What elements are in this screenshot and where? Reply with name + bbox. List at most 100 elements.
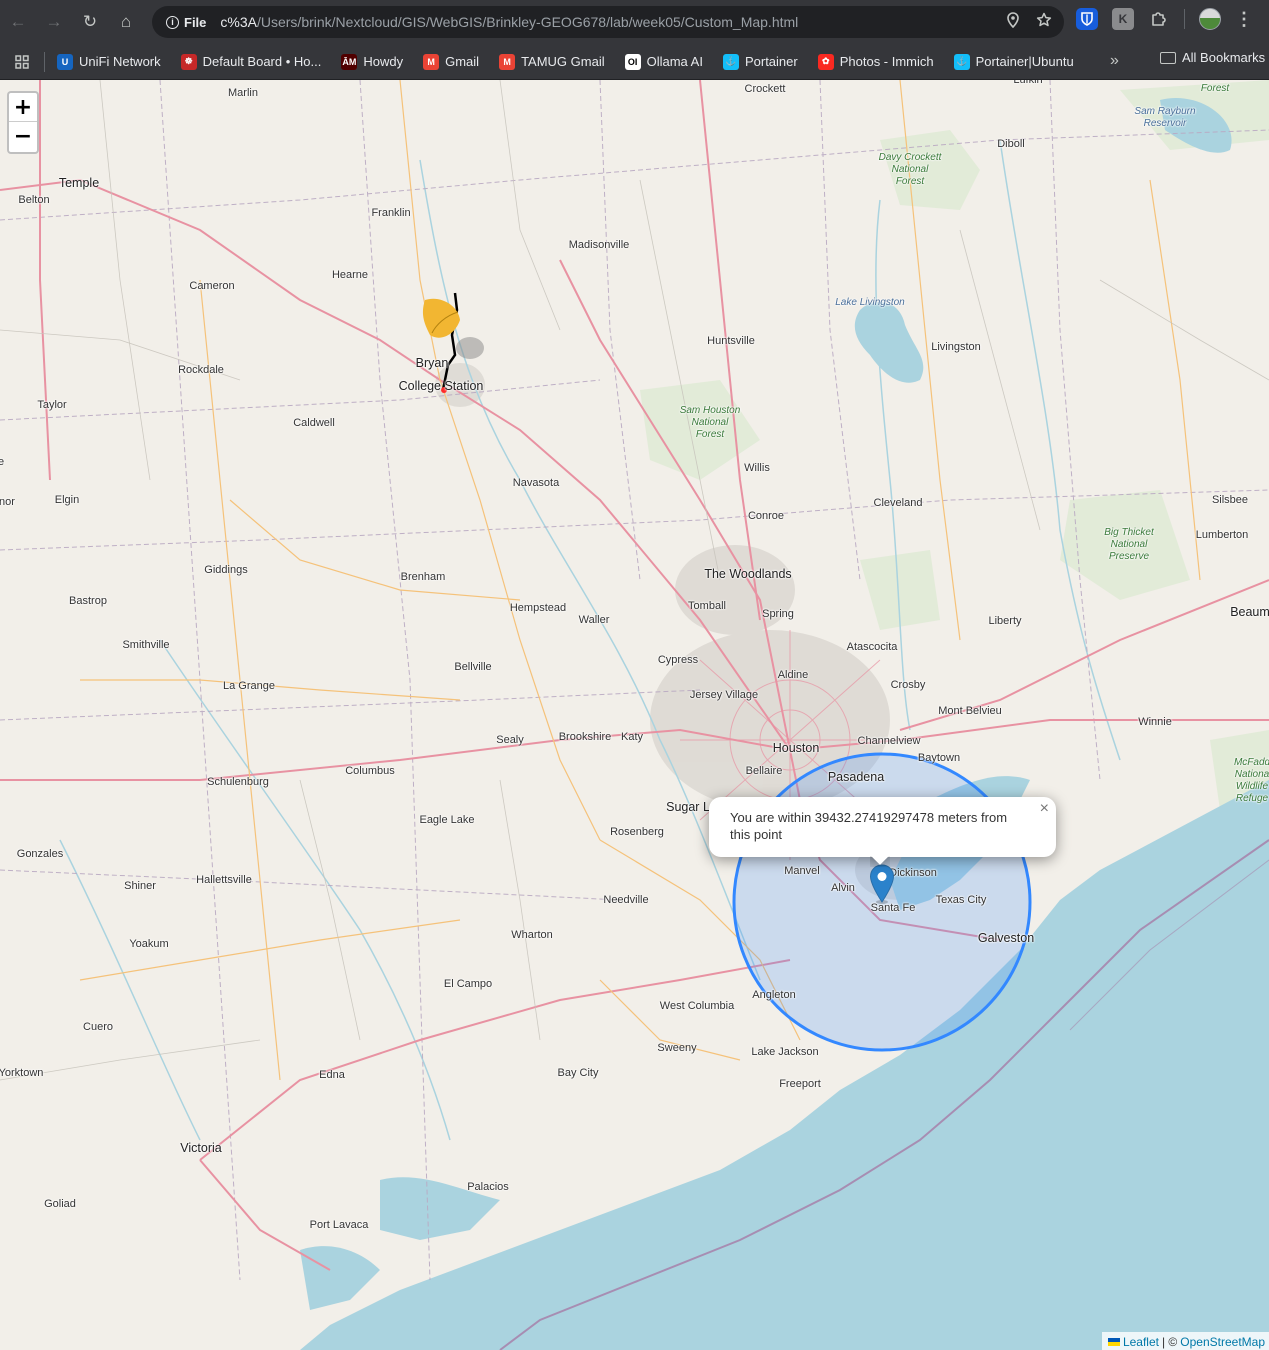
place-label: West Columbia: [659, 1000, 735, 1012]
place-label: Eagle Lake: [419, 814, 475, 826]
place-label: Brookshire: [558, 731, 612, 743]
place-label: Crockett: [744, 83, 786, 95]
popup-close-button[interactable]: ×: [1040, 800, 1049, 817]
location-pin-icon[interactable]: [1006, 12, 1020, 32]
location-marker-icon[interactable]: [869, 864, 895, 909]
place-label: Belton: [18, 194, 50, 206]
place-label: Willis: [744, 462, 770, 474]
bookmark-item[interactable]: ⚓ Portainer|Ubuntu: [948, 48, 1080, 76]
place-label: Freeport: [779, 1078, 821, 1090]
extension-k-icon[interactable]: K: [1112, 8, 1134, 30]
portainer-icon: ⚓: [722, 53, 739, 70]
forward-button[interactable]: →: [36, 4, 72, 40]
place-label: Navasota: [512, 477, 560, 489]
place-label: Caldwell: [293, 417, 335, 429]
reload-button[interactable]: ↻: [72, 4, 108, 40]
place-label: Cypress: [657, 654, 699, 666]
place-label: Elgin: [54, 494, 80, 506]
place-label: El Campo: [443, 978, 493, 990]
map-popup: You are within 39432.27419297478 meters …: [709, 797, 1056, 857]
place-label: Bellaire: [745, 765, 783, 777]
place-label: Sweeny: [657, 1042, 697, 1054]
star-icon[interactable]: [1036, 12, 1052, 32]
bookmark-item[interactable]: ✿ Photos - Immich: [812, 48, 940, 76]
place-label: Gonzales: [16, 848, 64, 860]
openstreetmap-link[interactable]: OpenStreetMap: [1180, 1335, 1265, 1349]
place-label: Texas City: [935, 894, 987, 906]
bitwarden-icon[interactable]: [1076, 8, 1098, 30]
park-label: Big Thicket National Preserve: [1104, 527, 1154, 562]
place-label: Brenham: [400, 571, 446, 583]
portainer-icon: ⚓: [953, 53, 970, 70]
place-label: Rockdale: [178, 364, 224, 376]
place-label: Lufkin: [1013, 80, 1043, 86]
place-label: Cleveland: [873, 497, 923, 509]
park-label: Sam Houston National Forest: [679, 405, 741, 440]
zoom-in-button[interactable]: +: [9, 93, 37, 122]
tamu-icon: ĀM: [341, 53, 358, 70]
bookmark-item[interactable]: OI Ollama AI: [619, 48, 709, 76]
bookmark-label: Default Board • Ho...: [202, 54, 322, 69]
puzzle-icon[interactable]: [1148, 8, 1170, 30]
place-label: Diboll: [997, 138, 1025, 150]
place-label: e: [0, 456, 5, 468]
place-label: Jersey Village: [689, 689, 759, 701]
bookmark-label: Photos - Immich: [839, 54, 934, 69]
all-bookmarks-button[interactable]: All Bookmarks: [1160, 50, 1265, 65]
place-label: Temple: [58, 176, 100, 190]
bookmark-item[interactable]: ⚓ Portainer: [717, 48, 804, 76]
park-label: Davy Crockett National Forest: [878, 152, 942, 187]
url-prefix: c%3A: [220, 14, 257, 30]
immich-icon: ✿: [817, 53, 834, 70]
place-label: Cameron: [189, 280, 235, 292]
home-button[interactable]: ⌂: [108, 4, 144, 40]
bookmark-item[interactable]: U UniFi Network: [51, 48, 167, 76]
bookmark-item[interactable]: ĀM Howdy: [335, 48, 409, 76]
place-label: Sugar L: [666, 800, 710, 814]
place-label: Smithville: [122, 639, 170, 651]
url-text[interactable]: c%3A/Users/brink/Nextcloud/GIS/WebGIS/Br…: [220, 14, 798, 30]
water-label: Lake Livingston: [835, 297, 905, 308]
place-label: Galveston: [977, 931, 1035, 945]
park-label: Forest: [1200, 83, 1230, 94]
apps-grid-icon[interactable]: [0, 54, 44, 69]
zoom-out-button[interactable]: −: [9, 122, 37, 151]
back-button[interactable]: ←: [0, 4, 36, 40]
place-label: Livingston: [931, 341, 981, 353]
place-label: Franklin: [371, 207, 411, 219]
leaflet-link[interactable]: Leaflet: [1123, 1335, 1159, 1349]
place-label: Schulenburg: [207, 776, 269, 788]
menu-icon[interactable]: ⋮: [1235, 9, 1253, 30]
bookmark-label: UniFi Network: [79, 54, 161, 69]
place-label: Taylor: [37, 399, 67, 411]
bookmark-item[interactable]: M Gmail: [417, 48, 485, 76]
ollama-icon: OI: [624, 53, 641, 70]
place-label: Port Lavaca: [309, 1219, 369, 1231]
place-label: Giddings: [204, 564, 248, 576]
bookmark-label: TAMUG Gmail: [521, 54, 605, 69]
popup-tip: [870, 856, 890, 867]
place-label: Columbus: [345, 765, 395, 777]
bookmark-item[interactable]: ☸ Default Board • Ho...: [175, 48, 328, 76]
address-bar[interactable]: i File c%3A/Users/brink/Nextcloud/GIS/We…: [152, 6, 1064, 38]
place-label: Aldine: [777, 669, 809, 681]
profile-avatar[interactable]: [1199, 8, 1221, 30]
site-chip-label: File: [184, 14, 207, 30]
site-info-chip[interactable]: i File: [160, 10, 212, 34]
bookmark-label: Gmail: [445, 54, 480, 69]
ukraine-flag-icon: [1107, 1338, 1120, 1346]
place-label: Alvin: [831, 882, 855, 894]
map-base-tiles: [0, 80, 1269, 1350]
leaflet-map[interactable]: Crockett Lufkin Diboll Marlin Temple Belton Fr…: [0, 80, 1269, 1350]
bookmark-label: Portainer: [744, 54, 798, 69]
place-label: Houston: [772, 741, 820, 755]
place-label: College Station: [398, 379, 484, 393]
unifi-icon: U: [57, 53, 73, 70]
bookmark-item[interactable]: M TAMUG Gmail: [493, 48, 611, 76]
water-label: Sam Rayburn Reservoir: [1134, 106, 1196, 129]
info-icon: i: [166, 15, 179, 29]
bookmarks-overflow-button[interactable]: »: [1110, 52, 1119, 70]
park-label: McFadd Nationa Wildlife Refuge: [1233, 757, 1269, 804]
place-label: Conroe: [747, 510, 785, 522]
place-label: Baytown: [917, 752, 961, 764]
